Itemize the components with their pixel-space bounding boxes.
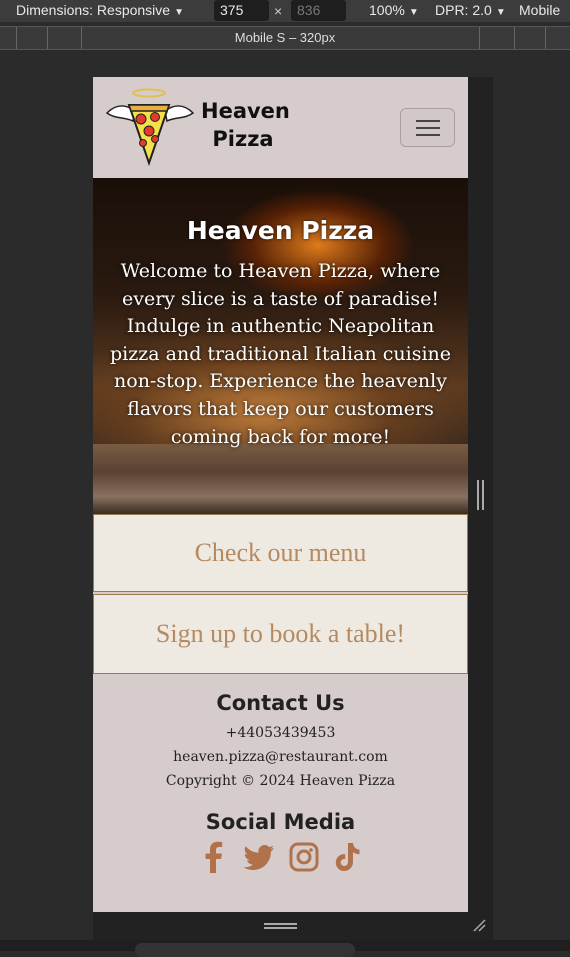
check-menu-button[interactable]: Check our menu	[93, 514, 468, 592]
dimensions-dropdown[interactable]: Dimensions: Responsive ▼	[16, 2, 184, 18]
bottom-pill	[135, 943, 355, 957]
book-table-button[interactable]: Sign up to book a table!	[93, 594, 468, 674]
social-title: Social Media	[205, 810, 356, 834]
devtools-bottom-bar	[0, 940, 570, 957]
zoom-label: 100%	[369, 2, 405, 18]
chevron-down-icon: ▼	[174, 7, 184, 18]
zoom-dropdown[interactable]: 100% ▼	[369, 2, 419, 18]
site-navbar: Heaven Pizza	[93, 77, 468, 178]
resize-handle-bottom[interactable]	[264, 923, 297, 929]
instagram-icon[interactable]	[289, 841, 319, 873]
times-icon: ×	[274, 3, 283, 19]
menu-toggle-button[interactable]	[400, 108, 455, 147]
device-mode-label: Mobile	[519, 2, 561, 18]
chevron-down-icon: ▼	[408, 7, 419, 18]
hero-text: Welcome to Heaven Pizza, where every sli…	[110, 260, 451, 448]
resize-corner-icon[interactable]	[472, 918, 486, 932]
copyright-text: Copyright © 2024 Heaven Pizza	[165, 773, 396, 789]
dpr-dropdown[interactable]: DPR: 2.0 ▼	[435, 2, 506, 18]
hamburger-icon	[416, 120, 440, 122]
twitter-icon[interactable]	[243, 841, 275, 873]
resize-handle-right[interactable]	[477, 480, 484, 510]
width-input[interactable]: 375	[214, 0, 269, 21]
hero-title: Heaven Pizza	[186, 216, 375, 245]
hamburger-icon	[416, 134, 440, 136]
height-input[interactable]: 836	[291, 0, 346, 21]
hero-section: Heaven Pizza Welcome to Heaven Pizza, wh…	[93, 178, 468, 514]
brand-line-1: Heaven	[201, 99, 290, 123]
contact-title: Contact Us	[216, 691, 345, 715]
hamburger-icon	[416, 127, 440, 129]
contact-phone[interactable]: +44053439453	[93, 721, 468, 745]
hero-background-board	[93, 444, 468, 514]
dpr-label: DPR: 2.0	[435, 2, 492, 18]
device-viewport: Heaven Pizza Heaven Pizza Welcome to Hea…	[93, 77, 468, 912]
device-mode-dropdown[interactable]: Mobile	[519, 2, 560, 18]
chevron-down-icon: ▼	[495, 7, 506, 18]
facebook-icon[interactable]	[199, 841, 229, 873]
ruler-label: Mobile S – 320px	[234, 30, 336, 45]
social-links	[93, 841, 468, 873]
pizza-angel-logo[interactable]	[103, 87, 197, 167]
brand-name[interactable]: Heaven Pizza	[201, 97, 290, 153]
devtools-toolbar: Dimensions: Responsive ▼ 375 × 836 100% ▼ …	[0, 0, 570, 22]
contact-email[interactable]: heaven.pizza@restaurant.com	[93, 745, 468, 769]
brand-line-2: Pizza	[212, 127, 274, 151]
dimensions-label: Dimensions: Responsive	[16, 2, 171, 18]
contact-section: Contact Us +44053439453 heaven.pizza@res…	[93, 674, 468, 873]
media-query-ruler[interactable]: Mobile S – 320px	[0, 26, 570, 50]
tiktok-icon[interactable]	[333, 841, 363, 873]
